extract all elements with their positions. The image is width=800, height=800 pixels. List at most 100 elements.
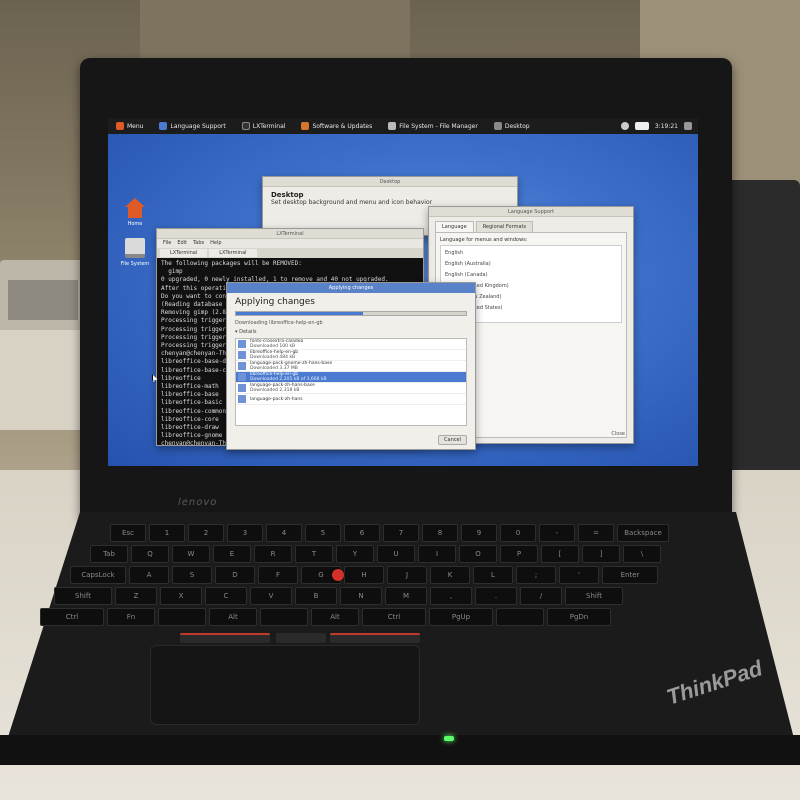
terminal-tab[interactable]: LXTerminal: [209, 249, 257, 257]
key[interactable]: 2: [188, 524, 224, 542]
key[interactable]: [496, 608, 544, 626]
left-click-button[interactable]: [180, 633, 270, 643]
task-desktop[interactable]: Desktop: [486, 122, 538, 130]
key[interactable]: U: [377, 545, 415, 563]
list-item[interactable]: libreoffice-help-en-gb Downloaded 2,205 k…: [236, 372, 466, 383]
tab-regional-formats[interactable]: Regional Formats: [475, 221, 534, 232]
key[interactable]: Enter: [602, 566, 658, 584]
touchpad[interactable]: [150, 645, 420, 725]
key[interactable]: 6: [344, 524, 380, 542]
keyboard-layout-icon[interactable]: [634, 122, 649, 130]
key[interactable]: H: [344, 566, 384, 584]
key[interactable]: B: [295, 587, 337, 605]
menu-help[interactable]: Help: [210, 240, 221, 247]
key[interactable]: Q: [131, 545, 169, 563]
key[interactable]: [260, 608, 308, 626]
key[interactable]: PgUp: [429, 608, 493, 626]
key[interactable]: Esc: [110, 524, 146, 542]
menu-file[interactable]: File: [163, 240, 171, 247]
applying-changes-dialog[interactable]: Applying changes Applying changes Downlo…: [226, 282, 476, 450]
key[interactable]: Backspace: [617, 524, 669, 542]
terminal-tab[interactable]: LXTerminal: [160, 249, 208, 257]
window-title[interactable]: Applying changes: [227, 283, 475, 293]
tab-language[interactable]: Language: [435, 221, 474, 232]
trackpoint[interactable]: [332, 569, 344, 581]
key[interactable]: \: [623, 545, 661, 563]
key[interactable]: N: [340, 587, 382, 605]
key[interactable]: 9: [461, 524, 497, 542]
details-expander[interactable]: ▾ Details: [227, 328, 475, 336]
key[interactable]: K: [430, 566, 470, 584]
key[interactable]: =: [578, 524, 614, 542]
key[interactable]: Fn: [107, 608, 155, 626]
clock[interactable]: 3:19:21: [655, 123, 678, 130]
key[interactable]: X: [160, 587, 202, 605]
power-icon[interactable]: [684, 122, 692, 130]
key[interactable]: /: [520, 587, 562, 605]
key[interactable]: -: [539, 524, 575, 542]
key[interactable]: R: [254, 545, 292, 563]
key[interactable]: Ctrl: [40, 608, 104, 626]
key[interactable]: 1: [149, 524, 185, 542]
middle-click-button[interactable]: [276, 633, 326, 643]
key[interactable]: PgDn: [547, 608, 611, 626]
key[interactable]: F: [258, 566, 298, 584]
key[interactable]: 8: [422, 524, 458, 542]
key[interactable]: .: [475, 587, 517, 605]
list-item[interactable]: English: [445, 248, 617, 259]
key[interactable]: O: [459, 545, 497, 563]
task-language-support[interactable]: Language Support: [151, 122, 233, 130]
task-software-updates[interactable]: Software & Updates: [293, 122, 380, 130]
key[interactable]: Alt: [311, 608, 359, 626]
key[interactable]: W: [172, 545, 210, 563]
key[interactable]: 5: [305, 524, 341, 542]
list-item[interactable]: libreoffice-help-en-gb Downloaded 484 kB: [236, 350, 466, 361]
key[interactable]: Y: [336, 545, 374, 563]
cancel-button[interactable]: Cancel: [438, 435, 467, 445]
key[interactable]: D: [215, 566, 255, 584]
desktop-icon-home[interactable]: Home: [118, 198, 152, 227]
menu-button[interactable]: Menu: [108, 122, 151, 130]
task-lxterminal[interactable]: LXTerminal: [234, 122, 294, 130]
window-title[interactable]: Desktop: [263, 177, 517, 187]
key[interactable]: V: [250, 587, 292, 605]
download-list[interactable]: fonts-crosextra-caladea Downloaded 100 kB…: [235, 338, 467, 426]
key[interactable]: C: [205, 587, 247, 605]
key[interactable]: P: [500, 545, 538, 563]
list-item[interactable]: language-pack-gnome-zh-hans-base Download…: [236, 361, 466, 372]
window-title[interactable]: Language Support: [429, 207, 633, 217]
key[interactable]: T: [295, 545, 333, 563]
task-file-manager[interactable]: File System - File Manager: [380, 122, 486, 130]
list-item[interactable]: language-pack-zh-hans: [236, 394, 466, 405]
close-button[interactable]: Close: [611, 431, 625, 437]
key[interactable]: J: [387, 566, 427, 584]
list-item[interactable]: English (Canada): [445, 270, 617, 281]
key[interactable]: Ctrl: [362, 608, 426, 626]
key[interactable]: 7: [383, 524, 419, 542]
right-click-button[interactable]: [330, 633, 420, 643]
key[interactable]: Shift: [54, 587, 112, 605]
key[interactable]: I: [418, 545, 456, 563]
key[interactable]: A: [129, 566, 169, 584]
list-item[interactable]: fonts-crosextra-caladea Downloaded 100 kB: [236, 339, 466, 350]
menu-tabs[interactable]: Tabs: [193, 240, 204, 247]
key[interactable]: Z: [115, 587, 157, 605]
menu-edit[interactable]: Edit: [177, 240, 187, 247]
network-icon[interactable]: [620, 122, 629, 130]
key[interactable]: ;: [516, 566, 556, 584]
key[interactable]: E: [213, 545, 251, 563]
list-item[interactable]: English (Australia): [445, 259, 617, 270]
key[interactable]: 0: [500, 524, 536, 542]
key[interactable]: Alt: [209, 608, 257, 626]
window-title[interactable]: LXTerminal: [157, 229, 423, 239]
key[interactable]: 4: [266, 524, 302, 542]
key[interactable]: L: [473, 566, 513, 584]
key[interactable]: ,: [430, 587, 472, 605]
key[interactable]: CapsLock: [70, 566, 126, 584]
key[interactable]: Shift: [565, 587, 623, 605]
key[interactable]: ': [559, 566, 599, 584]
key[interactable]: [: [541, 545, 579, 563]
desktop-icon-file-system[interactable]: File System: [118, 238, 152, 267]
key[interactable]: ]: [582, 545, 620, 563]
list-item[interactable]: language-pack-zh-hans-base Downloaded 2,3…: [236, 383, 466, 394]
